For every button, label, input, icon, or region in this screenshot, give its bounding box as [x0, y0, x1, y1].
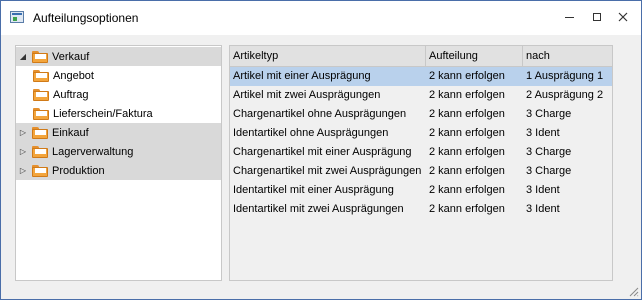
title-bar[interactable]: Aufteilungsoptionen	[1, 1, 641, 35]
minimize-button[interactable]	[557, 7, 581, 27]
cell-artikeltyp: Chargenartikel mit zwei Ausprägungen	[233, 165, 422, 177]
cell-nach: 3 Charge	[526, 146, 572, 158]
column-header-nach[interactable]: nach	[523, 46, 612, 66]
cell-nach: 3 Ident	[526, 127, 560, 139]
cell-nach: 3 Charge	[526, 165, 572, 177]
tree-item-label: Lieferschein/Faktura	[53, 107, 153, 120]
tree-item-label: Auftrag	[53, 88, 89, 101]
folder-icon	[33, 107, 49, 120]
cell-nach: 2 Ausprägung 2	[526, 89, 604, 101]
cell-aufteilung: 2 kann erfolgen	[429, 127, 505, 139]
tree-item[interactable]: Angebot	[16, 66, 221, 85]
tree-item[interactable]: ▷ Einkauf	[16, 123, 221, 142]
table-row[interactable]: Chargenartikel mit einer Ausprägung 2 kan…	[230, 143, 612, 162]
cell-aufteilung: 2 kann erfolgen	[429, 108, 505, 120]
cell-aufteilung: 2 kann erfolgen	[429, 89, 505, 101]
folder-icon	[32, 50, 48, 63]
close-button[interactable]	[611, 7, 635, 27]
tree-item-label: Angebot	[53, 69, 94, 82]
table-row[interactable]: Artikel mit einer Ausprägung 2 kann erfol…	[230, 67, 612, 86]
grid-header: Artikeltyp Aufteilung nach	[230, 46, 612, 67]
column-header-aufteilung[interactable]: Aufteilung	[426, 46, 523, 66]
maximize-button[interactable]	[585, 7, 609, 27]
table-row[interactable]: Artikel mit zwei Ausprägungen 2 kann erfo…	[230, 86, 612, 105]
options-grid: Artikeltyp Aufteilung nach Artikel mit e…	[229, 45, 613, 281]
table-row[interactable]: Identartikel mit einer Ausprägung 2 kann …	[230, 181, 612, 200]
resize-grip-icon[interactable]	[628, 286, 639, 297]
table-row[interactable]: Chargenartikel mit zwei Ausprägungen 2 ka…	[230, 162, 612, 181]
folder-icon	[33, 88, 49, 101]
cell-artikeltyp: Identartikel mit einer Ausprägung	[233, 184, 394, 196]
folder-icon	[32, 145, 48, 158]
folder-icon	[33, 69, 49, 82]
cell-nach: 3 Ident	[526, 203, 560, 215]
tree-item[interactable]: ◢ Verkauf	[16, 47, 221, 66]
expand-arrow-icon[interactable]: ▷	[19, 166, 27, 175]
tree-item-label: Einkauf	[52, 126, 89, 139]
cell-aufteilung: 2 kann erfolgen	[429, 165, 505, 177]
cell-nach: 3 Charge	[526, 108, 572, 120]
table-row[interactable]: Identartikel mit zwei Ausprägungen 2 kann…	[230, 200, 612, 219]
cell-aufteilung: 2 kann erfolgen	[429, 70, 505, 82]
close-icon	[618, 12, 628, 22]
app-icon	[10, 11, 24, 23]
tree-item[interactable]: Auftrag	[16, 85, 221, 104]
cell-aufteilung: 2 kann erfolgen	[429, 184, 505, 196]
column-header-artikeltyp[interactable]: Artikeltyp	[230, 46, 426, 66]
expand-arrow-icon[interactable]: ▷	[19, 147, 27, 156]
expand-arrow-icon[interactable]: ▷	[19, 128, 27, 137]
cell-artikeltyp: Artikel mit zwei Ausprägungen	[233, 89, 381, 101]
tree-item[interactable]: ▷ Lagerverwaltung	[16, 142, 221, 161]
cell-aufteilung: 2 kann erfolgen	[429, 203, 505, 215]
cell-artikeltyp: Identartikel ohne Ausprägungen	[233, 127, 389, 139]
folder-icon	[32, 164, 48, 177]
tree-item-label: Verkauf	[52, 50, 90, 63]
cell-nach: 1 Ausprägung 1	[526, 70, 604, 82]
dialog-window: Aufteilungsoptionen ◢ Verkauf Angebot Auftr…	[0, 0, 642, 300]
maximize-icon	[593, 13, 601, 21]
tree-item-label: Lagerverwaltung	[52, 145, 134, 158]
folder-icon	[32, 126, 48, 139]
cell-aufteilung: 2 kann erfolgen	[429, 146, 505, 158]
collapse-arrow-icon[interactable]: ◢	[19, 52, 27, 61]
tree-item-label: Produktion	[52, 164, 105, 177]
category-tree[interactable]: ◢ Verkauf Angebot Auftrag Lieferschein/Faktu…	[15, 45, 222, 281]
cell-artikeltyp: Identartikel mit zwei Ausprägungen	[233, 203, 404, 215]
cell-nach: 3 Ident	[526, 184, 560, 196]
window-title: Aufteilungsoptionen	[33, 11, 139, 25]
dialog-content: ◢ Verkauf Angebot Auftrag Lieferschein/Faktu…	[1, 35, 641, 299]
cell-artikeltyp: Artikel mit einer Ausprägung	[233, 70, 371, 82]
table-row[interactable]: Chargenartikel ohne Ausprägungen 2 kann e…	[230, 105, 612, 124]
minimize-icon	[564, 16, 574, 18]
tree-item[interactable]: Lieferschein/Faktura	[16, 104, 221, 123]
cell-artikeltyp: Chargenartikel mit einer Ausprägung	[233, 146, 412, 158]
cell-artikeltyp: Chargenartikel ohne Ausprägungen	[233, 108, 407, 120]
table-row[interactable]: Identartikel ohne Ausprägungen 2 kann erf…	[230, 124, 612, 143]
tree-item[interactable]: ▷ Produktion	[16, 161, 221, 180]
